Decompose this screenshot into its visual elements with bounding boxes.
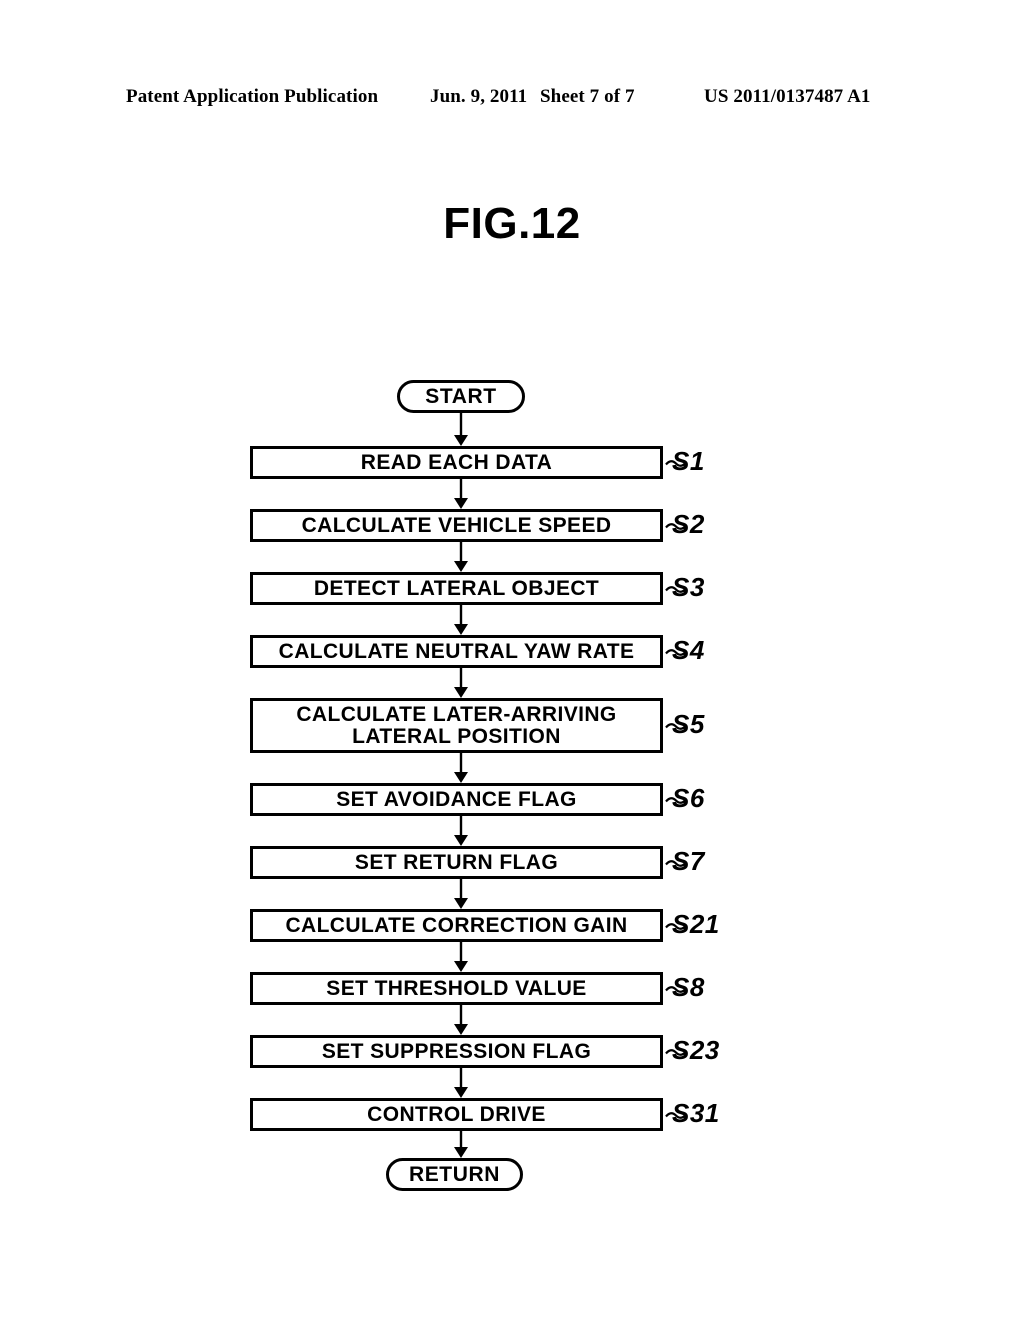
flowchart-process-box: CONTROL DRIVE [250,1098,663,1131]
flowchart-step-ref: S5 [672,709,705,740]
step-ref-label: S6 [672,782,705,813]
flowchart-step-ref: S4 [672,635,705,666]
flowchart-process-box: SET RETURN FLAG [250,846,663,879]
step-ref-label: S3 [672,571,705,602]
process-box-line-1: READ EACH DATA [360,450,553,474]
process-box-line-1: CALCULATE NEUTRAL YAW RATE [278,639,635,663]
flowchart-terminal-start: START [397,380,525,413]
flowchart-process-box: SET SUPPRESSION FLAG [250,1035,663,1068]
process-box-text: DETECT LATERAL OBJECT [314,578,599,599]
flowchart-step-ref: S6 [672,783,705,814]
process-box-text: READ EACH DATA [361,452,552,473]
flowchart-terminal-return: RETURN [386,1158,523,1191]
step-ref-label: S5 [672,708,705,739]
flowchart-step-ref: S31 [672,1098,720,1129]
process-box-text: CALCULATE VEHICLE SPEED [302,515,612,536]
flowchart-process-box: READ EACH DATA [250,446,663,479]
process-box-text: CONTROL DRIVE [367,1104,546,1125]
step-ref-label: S7 [672,845,705,876]
process-box-line-1: CALCULATE LATER-ARRIVING [296,703,617,727]
process-box-text: SET RETURN FLAG [355,852,558,873]
process-box-text: SET THRESHOLD VALUE [326,978,586,999]
process-box-line-1: CALCULATE CORRECTION GAIN [285,913,628,937]
flowchart-process-box: DETECT LATERAL OBJECT [250,572,663,605]
flowchart-process-box: CALCULATE CORRECTION GAIN [250,909,663,942]
step-ref-label: S21 [672,908,720,939]
flowchart-step-ref: S1 [672,446,705,477]
flowchart-step-ref: S2 [672,509,705,540]
process-box-line-1: SET RETURN FLAG [354,850,559,874]
process-box-line-1: SET AVOIDANCE FLAG [336,787,577,811]
process-box-text: SET AVOIDANCE FLAG [336,789,577,810]
process-box-line-1: SET SUPPRESSION FLAG [321,1039,592,1063]
step-ref-label: S4 [672,634,705,665]
flowchart-process-box: CALCULATE VEHICLE SPEED [250,509,663,542]
terminal-return-label: RETURN [408,1162,501,1186]
flowchart-process-box: SET AVOIDANCE FLAG [250,783,663,816]
flowchart-step-ref: S23 [672,1035,720,1066]
process-box-line-2: LATERAL POSITION [352,724,561,748]
process-box-line-1: DETECT LATERAL OBJECT [313,576,600,600]
process-box-text: CALCULATE CORRECTION GAIN [285,915,627,936]
flowchart-step-ref: S7 [672,846,705,877]
step-ref-label: S2 [672,508,705,539]
step-ref-label: S23 [672,1034,720,1065]
process-box-line-1: CONTROL DRIVE [367,1102,546,1126]
step-ref-label: S31 [672,1097,720,1128]
step-ref-label: S8 [672,971,705,1002]
flowchart-process-box: CALCULATE NEUTRAL YAW RATE [250,635,663,668]
process-box-text: SET SUPPRESSION FLAG [322,1041,591,1062]
flowchart-process-box: CALCULATE LATER-ARRIVING LATERAL POSITION [250,698,663,753]
flowchart-step-ref: S8 [672,972,705,1003]
process-box-line-1: CALCULATE VEHICLE SPEED [301,513,612,537]
flowchart-process-box: SET THRESHOLD VALUE [250,972,663,1005]
step-ref-label: S1 [672,445,705,476]
flowchart-step-ref: S3 [672,572,705,603]
terminal-start-label: START [425,384,497,408]
flowchart-step-ref: S21 [672,909,720,940]
process-box-text: CALCULATE NEUTRAL YAW RATE [279,641,635,662]
process-box-line-1: SET THRESHOLD VALUE [326,976,587,1000]
process-box-text: CALCULATE LATER-ARRIVING LATERAL POSITION [296,704,616,747]
